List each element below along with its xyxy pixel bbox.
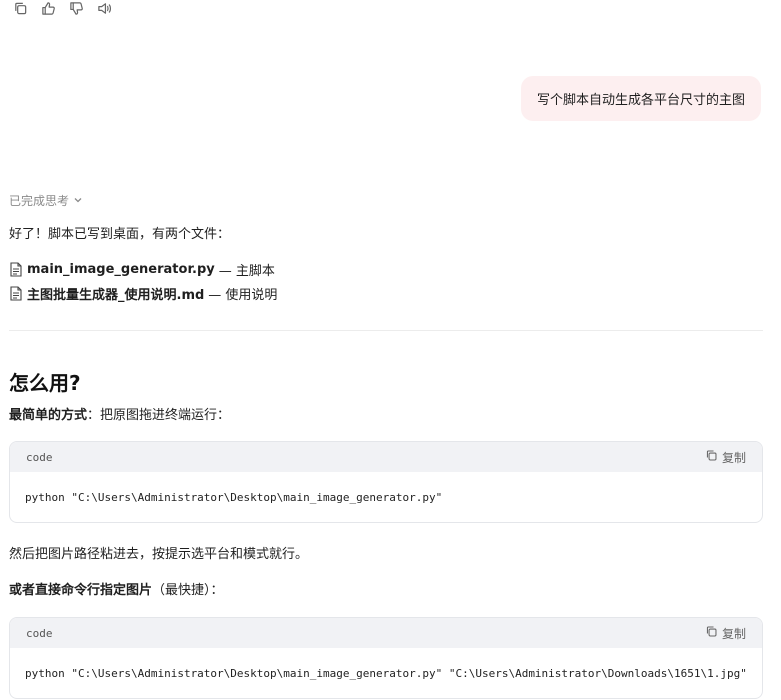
file-name: 主图批量生成器_使用说明.md <box>27 288 205 303</box>
thumbs-up-icon[interactable] <box>40 0 56 16</box>
copy-code-button[interactable]: 复制 <box>705 449 746 466</box>
divider <box>9 330 763 331</box>
code-block: code 复制 python "C:\Users\Administrator\D… <box>9 441 763 523</box>
document-icon <box>9 262 23 277</box>
code-header: code 复制 <box>10 618 762 648</box>
simple-method-rest: ：把原图拖进终端运行： <box>87 408 231 423</box>
file-desc: — 主脚本 <box>218 264 275 279</box>
file-item: 主图批量生成器_使用说明.md — 使用说明 <box>9 284 277 303</box>
message-toolbar <box>12 0 112 16</box>
code-lang-label: code <box>26 450 53 464</box>
copy-label: 复制 <box>721 626 746 641</box>
code-block: code 复制 python "C:\Users\Administrator\D… <box>9 617 763 699</box>
copy-label: 复制 <box>721 450 746 465</box>
direct-method-rest: （最快捷）： <box>152 583 224 598</box>
after-code-text: 然后把图片路径粘进去，按提示选平台和模式就行。 <box>9 547 309 562</box>
user-message-bubble: 写个脚本自动生成各平台尺寸的主图 <box>520 76 761 121</box>
speaker-icon[interactable] <box>96 0 112 16</box>
document-icon <box>9 286 23 301</box>
copy-icon <box>705 625 718 641</box>
copy-code-button[interactable]: 复制 <box>705 625 746 642</box>
copy-icon <box>705 449 718 465</box>
code-lang-label: code <box>26 626 53 640</box>
direct-method-bold: 或者直接命令行指定图片 <box>9 583 153 598</box>
reply-intro: 好了！脚本已写到桌面，有两个文件： <box>9 227 231 242</box>
file-item: main_image_generator.py — 主脚本 <box>9 260 275 279</box>
code-content: python "C:\Users\Administrator\Desktop\m… <box>25 490 443 504</box>
file-name: main_image_generator.py <box>27 262 215 277</box>
code-header: code 复制 <box>10 442 762 472</box>
file-desc: — 使用说明 <box>208 288 278 303</box>
thumbs-down-icon[interactable] <box>68 0 84 16</box>
copy-icon[interactable] <box>12 0 28 16</box>
direct-method-text: 或者直接命令行指定图片（最快捷）： <box>9 579 224 598</box>
section-heading: 怎么用? <box>9 371 81 395</box>
thinking-label: 已完成思考 <box>9 194 70 208</box>
simple-method-text: 最简单的方式：把原图拖进终端运行： <box>9 404 230 423</box>
simple-method-bold: 最简单的方式 <box>9 408 88 423</box>
thinking-toggle[interactable]: 已完成思考 <box>9 192 83 209</box>
code-content: python "C:\Users\Administrator\Desktop\m… <box>25 666 747 680</box>
chevron-down-icon <box>73 194 83 208</box>
